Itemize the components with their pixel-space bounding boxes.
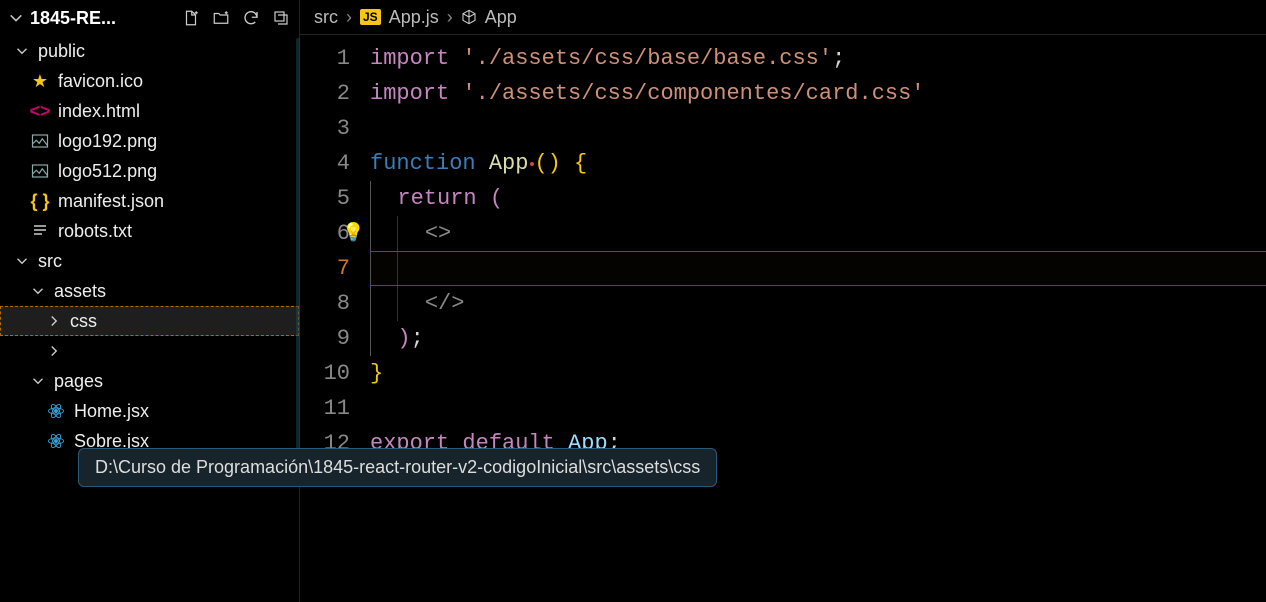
line-number: 3 [300,111,350,146]
tree-folder-public[interactable]: public [0,36,299,66]
line-number: 1 [300,41,350,76]
line-number: 10 [300,356,350,391]
symbol-function-icon [461,9,477,25]
chevron-down-icon [14,45,30,57]
tree-label: index.html [58,101,140,122]
code-line [370,111,1266,146]
tree-label: assets [54,281,106,302]
line-number: 9 [300,321,350,356]
code-line: </> [370,286,1266,321]
code-line: <> [370,216,1266,251]
new-folder-icon[interactable] [211,8,231,28]
tree-label: robots.txt [58,221,132,242]
tree-label: favicon.ico [58,71,143,92]
breadcrumb-seg[interactable]: App.js [389,7,439,28]
breadcrumb-seg[interactable]: src [314,7,338,28]
code-line: ); [370,321,1266,356]
path-tooltip: D:\Curso de Programación\1845-react-rout… [78,448,717,487]
explorer-sidebar: 1845-RE... public ★ favicon.ico [0,0,300,602]
tree-folder-pages[interactable]: pages [0,366,299,396]
line-number: 4 [300,146,350,181]
chevron-down-icon [30,285,46,297]
project-title: 1845-RE... [30,8,175,29]
line-number: 8 [300,286,350,321]
line-number: 5 [300,181,350,216]
tree-file-manifest[interactable]: { } manifest.json [0,186,299,216]
chevron-right-icon: › [346,7,352,28]
code-line: } [370,356,1266,391]
image-icon [30,163,50,179]
chevron-right-icon: › [447,7,453,28]
code-line: function App() { [370,146,1266,181]
tree-folder-assets[interactable]: assets [0,276,299,306]
code-line: return ( [370,181,1266,216]
breadcrumb-seg[interactable]: App [485,7,517,28]
tree-label: src [38,251,62,272]
code-content[interactable]: 💡 import './assets/css/base/base.css'; i… [370,35,1266,602]
tree-label: manifest.json [58,191,164,212]
tree-label: public [38,41,85,62]
line-gutter: 1 2 3 4 5 6 7 8 9 10 11 12 [300,35,370,602]
refresh-icon[interactable] [241,8,261,28]
code-line [370,391,1266,426]
tree-label: pages [54,371,103,392]
text-file-icon [30,223,50,239]
chevron-down-icon[interactable] [8,11,24,25]
explorer-header: 1845-RE... [0,0,299,36]
chevron-down-icon [30,375,46,387]
line-number: 11 [300,391,350,426]
tree-folder-css[interactable]: css [0,306,299,336]
file-tree: public ★ favicon.ico <> index.html logo1… [0,36,299,602]
react-icon [46,432,66,450]
tree-label: logo192.png [58,131,157,152]
tree-file-index-html[interactable]: <> index.html [0,96,299,126]
code-line: import './assets/css/componentes/card.cs… [370,76,1266,111]
tree-file-robots[interactable]: robots.txt [0,216,299,246]
react-icon [46,402,66,420]
collapse-all-icon[interactable] [271,8,291,28]
code-line: import './assets/css/base/base.css'; [370,41,1266,76]
chevron-right-icon [46,345,62,357]
breadcrumb[interactable]: src › JS App.js › App [300,0,1266,34]
code-line [370,251,1266,286]
explorer-actions [181,8,291,28]
tree-folder-hidden[interactable] [0,336,299,366]
line-number: 7 [300,251,350,286]
tree-label: logo512.png [58,161,157,182]
editor-pane: src › JS App.js › App 1 2 3 4 5 6 7 8 9 … [300,0,1266,602]
new-file-icon[interactable] [181,8,201,28]
tree-label: Home.jsx [74,401,149,422]
tree-file-logo192[interactable]: logo192.png [0,126,299,156]
js-file-icon: JS [360,9,381,25]
code-area[interactable]: 1 2 3 4 5 6 7 8 9 10 11 12 💡 import './a… [300,34,1266,602]
chevron-right-icon [46,315,62,327]
tree-file-favicon[interactable]: ★ favicon.ico [0,66,299,96]
image-icon [30,133,50,149]
star-icon: ★ [30,71,50,92]
code-icon: <> [30,101,50,122]
braces-icon: { } [30,191,50,212]
tree-folder-src[interactable]: src [0,246,299,276]
line-number: 2 [300,76,350,111]
tree-label: css [70,311,97,332]
lightbulb-icon[interactable]: 💡 [342,217,364,252]
tree-file-logo512[interactable]: logo512.png [0,156,299,186]
chevron-down-icon [14,255,30,267]
tree-file-home-jsx[interactable]: Home.jsx [0,396,299,426]
